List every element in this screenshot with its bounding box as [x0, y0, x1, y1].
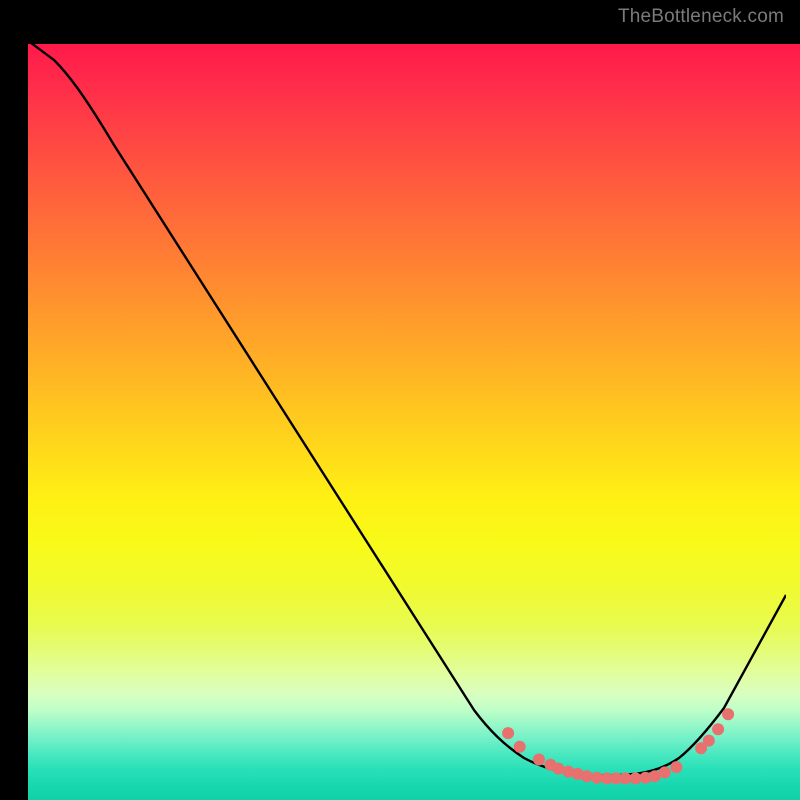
- chart-svg: [14, 30, 786, 786]
- main-curve: [14, 30, 786, 776]
- marker-dot: [722, 708, 734, 720]
- markers-group: [502, 708, 734, 784]
- marker-dot: [502, 727, 514, 739]
- marker-dot: [581, 770, 593, 782]
- marker-dot: [514, 741, 526, 753]
- watermark-text: TheBottleneck.com: [618, 6, 784, 28]
- marker-dot: [533, 754, 545, 766]
- marker-dot: [670, 761, 682, 773]
- marker-dot: [703, 735, 715, 747]
- marker-dot: [712, 723, 724, 735]
- curve-group: [14, 30, 786, 776]
- marker-dot: [659, 766, 671, 778]
